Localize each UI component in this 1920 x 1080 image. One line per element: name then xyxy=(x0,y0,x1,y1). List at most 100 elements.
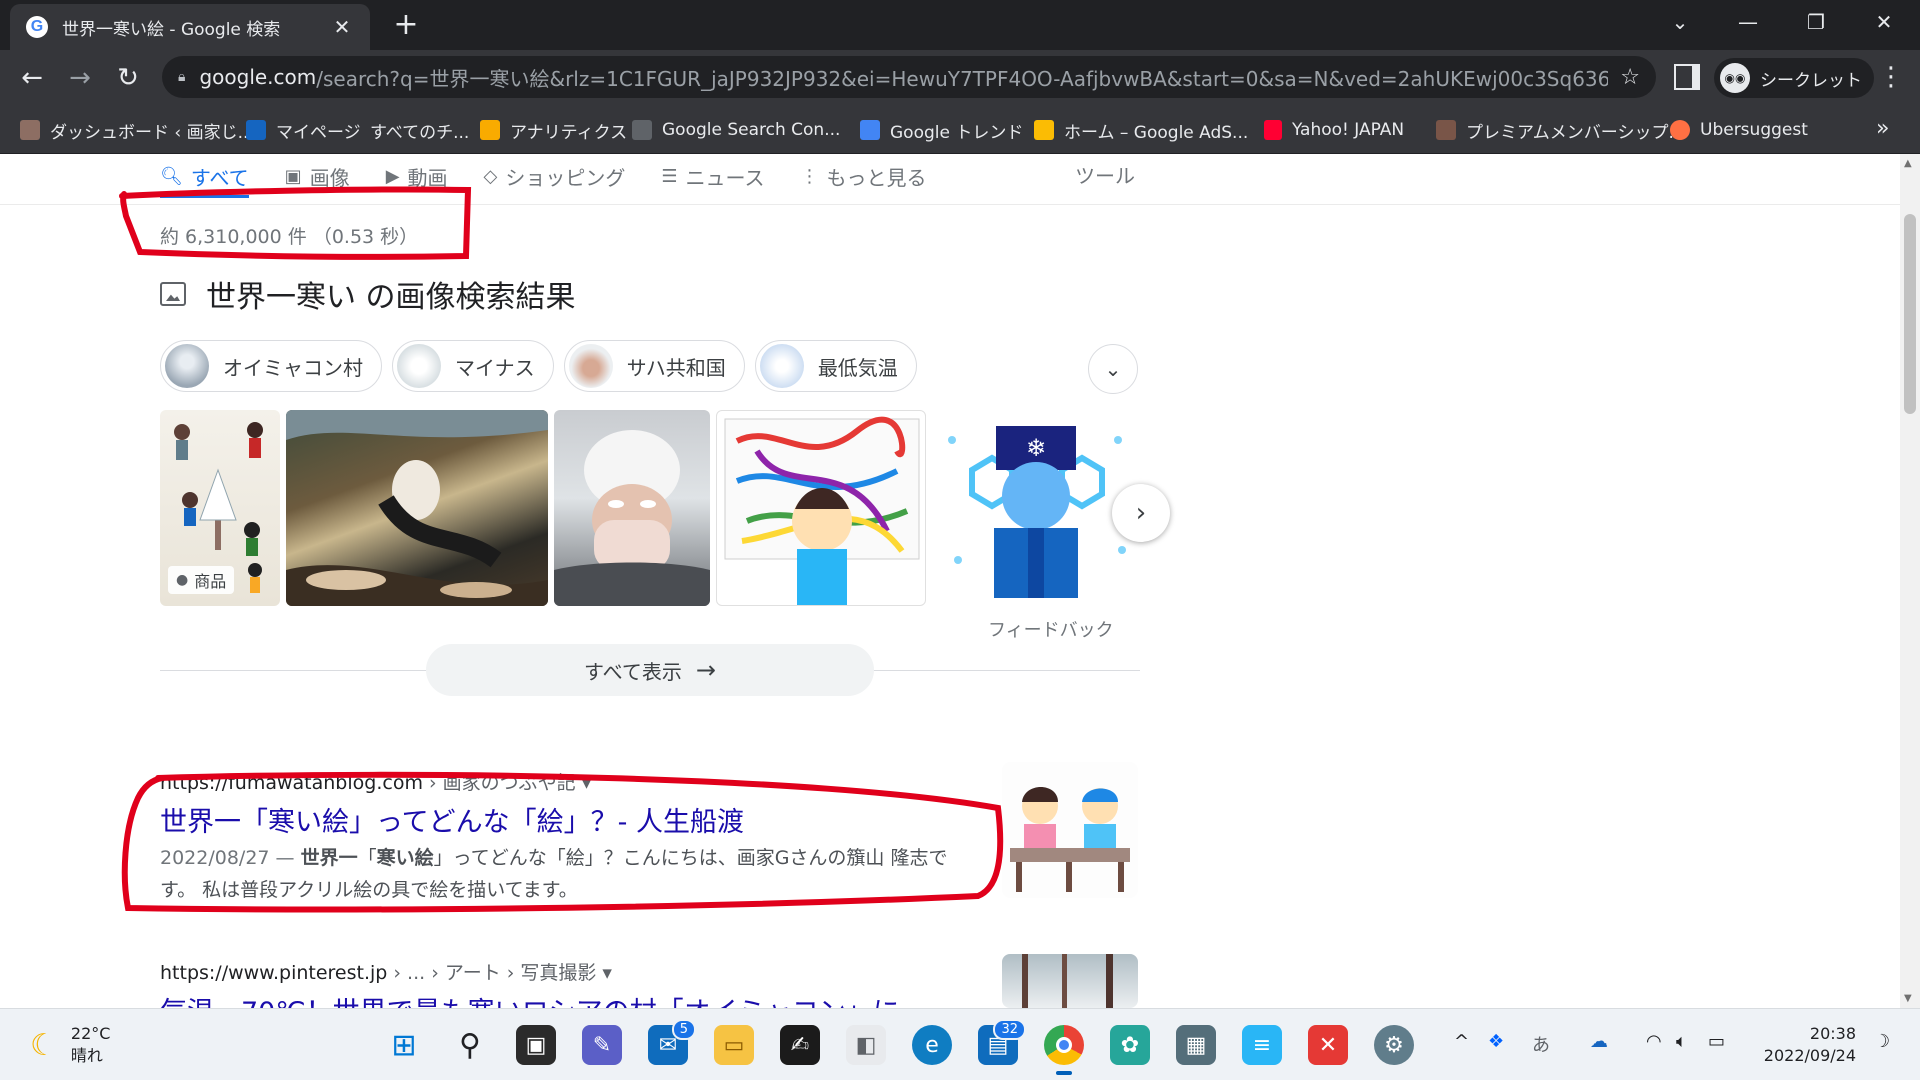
result-cite[interactable]: https://www.pinterest.jp › ... › アート › 写… xyxy=(160,958,612,985)
result-title-link[interactable]: 気温－70℃！世界で最も寒いロシアの村「オイミャコン」に xyxy=(160,990,900,1008)
image-result[interactable] xyxy=(554,410,710,606)
minimize-button[interactable]: — xyxy=(1728,6,1768,38)
lock-icon[interactable]: 🔒︎ xyxy=(178,69,185,85)
onedrive-icon[interactable]: ☁ xyxy=(1590,1031,1608,1052)
bookmark-item[interactable]: すべてのチ... xyxy=(370,116,469,144)
chevron-down-icon[interactable]: ▾ xyxy=(602,962,612,984)
scroll-up-icon[interactable]: ▲ xyxy=(1904,158,1912,169)
windows-taskbar: ☾ 22°C 晴れ ⊞ ⚲ ▣ ✎ ✉ 5 ▭ ✍ ◧ e ▤ 32 ✿ ▦ ≡ ✕… xyxy=(0,1008,1920,1080)
clock-time: 20:38 xyxy=(1809,1024,1856,1043)
settings-gear-icon[interactable]: ⚙ xyxy=(1374,1025,1414,1065)
tools-button[interactable]: ツール xyxy=(1075,154,1135,198)
illustration-image: ❄ xyxy=(948,426,1126,598)
bookmark-item[interactable]: Ubersuggest xyxy=(1670,116,1808,144)
chip-minus[interactable]: マイナス xyxy=(392,340,554,392)
ime-indicator[interactable]: あ xyxy=(1532,1031,1550,1057)
show-all-button[interactable]: すべて表示 → xyxy=(426,644,874,696)
expand-chips-chevron-icon[interactable]: ⌄ xyxy=(1088,344,1138,394)
tab-search-chevron-icon[interactable]: ⌄ xyxy=(1660,6,1700,38)
result-stats: 約 6,310,000 件 （0.53 秒） xyxy=(160,226,419,248)
forward-button[interactable]: → xyxy=(64,62,96,94)
painting-image xyxy=(286,410,548,606)
battery-icon[interactable]: ▭ xyxy=(1708,1031,1725,1052)
browser-toolbar: ← → ↻ 🔒︎ google.com /search?q=世界一寒い絵&rlz… xyxy=(0,50,1920,106)
close-tab-icon[interactable]: ✕ xyxy=(330,15,354,39)
back-button[interactable]: ← xyxy=(16,62,48,94)
dropbox-icon[interactable]: ❖ xyxy=(1488,1031,1504,1052)
file-explorer-icon[interactable]: ▭ xyxy=(714,1025,754,1065)
image-result[interactable]: ❄ xyxy=(932,410,1140,606)
wifi-icon[interactable]: ◠ xyxy=(1646,1031,1662,1052)
tab-all[interactable]: 🔍︎ すべて xyxy=(160,154,249,198)
tab-title: 世界一寒い絵 - Google 検索 xyxy=(62,19,281,40)
tab-images[interactable]: ▣ 画像 xyxy=(285,154,350,198)
result-thumbnail[interactable] xyxy=(1002,762,1138,898)
start-windows-icon[interactable]: ⊞ xyxy=(384,1025,424,1065)
bookmark-item[interactable]: ホーム – Google AdS... xyxy=(1034,116,1248,144)
image-result[interactable] xyxy=(286,410,548,606)
photos-app-icon[interactable]: ◧ xyxy=(846,1025,886,1065)
restore-button[interactable]: ❐ xyxy=(1796,6,1836,38)
calculator-icon[interactable]: ▦ xyxy=(1176,1025,1216,1065)
address-bar[interactable]: 🔒︎ google.com /search?q=世界一寒い絵&rlz=1C1FG… xyxy=(162,56,1656,98)
tabs-divider xyxy=(0,204,1900,205)
edge-browser-icon[interactable]: e xyxy=(912,1025,952,1065)
page-scrollbar[interactable]: ▲ ▼ xyxy=(1900,154,1920,1008)
google-favicon-icon: G xyxy=(26,16,48,38)
bookmark-item[interactable]: マイページ xyxy=(246,116,361,144)
mail-icon[interactable]: ✉ 5 xyxy=(648,1019,696,1065)
incognito-profile-button[interactable]: ◉◉ シークレット xyxy=(1714,58,1874,98)
notification-moon-icon[interactable]: ☽ xyxy=(1874,1031,1890,1052)
task-view-icon[interactable]: ▣ xyxy=(516,1025,556,1065)
reader-app-icon[interactable]: ✍ xyxy=(780,1025,820,1065)
paint-icon[interactable]: ✿ xyxy=(1110,1025,1150,1065)
bookmark-item[interactable]: プレミアムメンバーシップ... xyxy=(1436,116,1685,144)
search-icon[interactable]: ⚲ xyxy=(450,1025,490,1065)
chip-thumbnail xyxy=(397,344,441,388)
more-bookmarks-icon[interactable]: » xyxy=(1876,116,1889,141)
scroll-down-icon[interactable]: ▼ xyxy=(1904,993,1912,1004)
tag-icon: ◇ xyxy=(483,165,498,187)
tab-shopping[interactable]: ◇ ショッピング xyxy=(484,154,626,198)
browser-tab[interactable]: G 世界一寒い絵 - Google 検索 ✕ xyxy=(10,4,370,50)
image-result[interactable] xyxy=(716,410,926,606)
bookmark-item[interactable]: ダッシュボード ‹ 画家じ... xyxy=(20,116,254,144)
side-panel-icon[interactable] xyxy=(1674,64,1700,90)
chip-lowest-temp[interactable]: 最低気温 xyxy=(754,340,917,392)
image-result[interactable]: ● 商品 xyxy=(160,410,280,606)
bookmark-item[interactable]: Google トレンド xyxy=(860,116,1023,144)
url-host: google.com xyxy=(199,65,317,89)
browser-menu-icon[interactable]: ⋮ xyxy=(1876,62,1906,92)
store-icon[interactable]: ▤ 32 xyxy=(978,1019,1026,1065)
close-window-button[interactable]: ✕ xyxy=(1864,6,1904,38)
chrome-icon[interactable] xyxy=(1044,1025,1084,1075)
analytics-icon xyxy=(480,120,500,140)
notepad-icon[interactable]: ≡ xyxy=(1242,1025,1282,1065)
tab-more[interactable]: ⋮ もっと見る xyxy=(801,154,927,198)
chevron-down-icon[interactable]: ▾ xyxy=(582,772,592,794)
chip-sakha[interactable]: サハ共和国 xyxy=(563,340,745,392)
play-icon: ▶ xyxy=(385,165,400,187)
result-cite[interactable]: https://fumawatanblog.com › 画家のつぶや記 ▾ xyxy=(160,768,591,795)
search-results-page: 🔍︎ すべて ▣ 画像 ▶ 動画 ◇ ショッピング ☰ ニュース ⋮ もっと見る ツール 約… xyxy=(0,154,1900,1008)
chat-icon[interactable]: ✎ xyxy=(582,1025,622,1065)
bookmark-item[interactable]: アナリティクス xyxy=(480,116,627,144)
new-tab-button[interactable]: + xyxy=(388,8,424,42)
result-title-link[interactable]: 世界一「寒い絵」ってどんな「絵」？- 人生船渡 xyxy=(160,800,744,839)
bookmark-star-icon[interactable]: ☆ xyxy=(1620,65,1640,90)
chip-oymyakon[interactable]: オイミャコン村 xyxy=(160,340,382,392)
xmind-icon[interactable]: ✕ xyxy=(1308,1025,1348,1065)
tab-videos[interactable]: ▶ 動画 xyxy=(386,154,448,198)
weather-widget[interactable]: ☾ 22°C 晴れ xyxy=(30,1023,110,1067)
result-thumbnail[interactable] xyxy=(1002,954,1138,1008)
bookmark-item[interactable]: Yahoo! JAPAN xyxy=(1264,116,1404,144)
feedback-link[interactable]: フィードバック xyxy=(988,616,1114,642)
bookmark-item[interactable]: Google Search Con... xyxy=(632,116,840,144)
tab-news[interactable]: ☰ ニュース xyxy=(661,154,764,198)
reload-button[interactable]: ↻ xyxy=(112,62,144,94)
show-hidden-icons-chevron[interactable]: ^ xyxy=(1454,1031,1469,1052)
carousel-next-icon[interactable]: › xyxy=(1112,484,1170,542)
scrollbar-thumb[interactable] xyxy=(1904,214,1916,414)
volume-icon[interactable]: 🔈︎ xyxy=(1676,1031,1687,1052)
system-clock[interactable]: 20:38 2022/09/24 xyxy=(1760,1023,1856,1067)
